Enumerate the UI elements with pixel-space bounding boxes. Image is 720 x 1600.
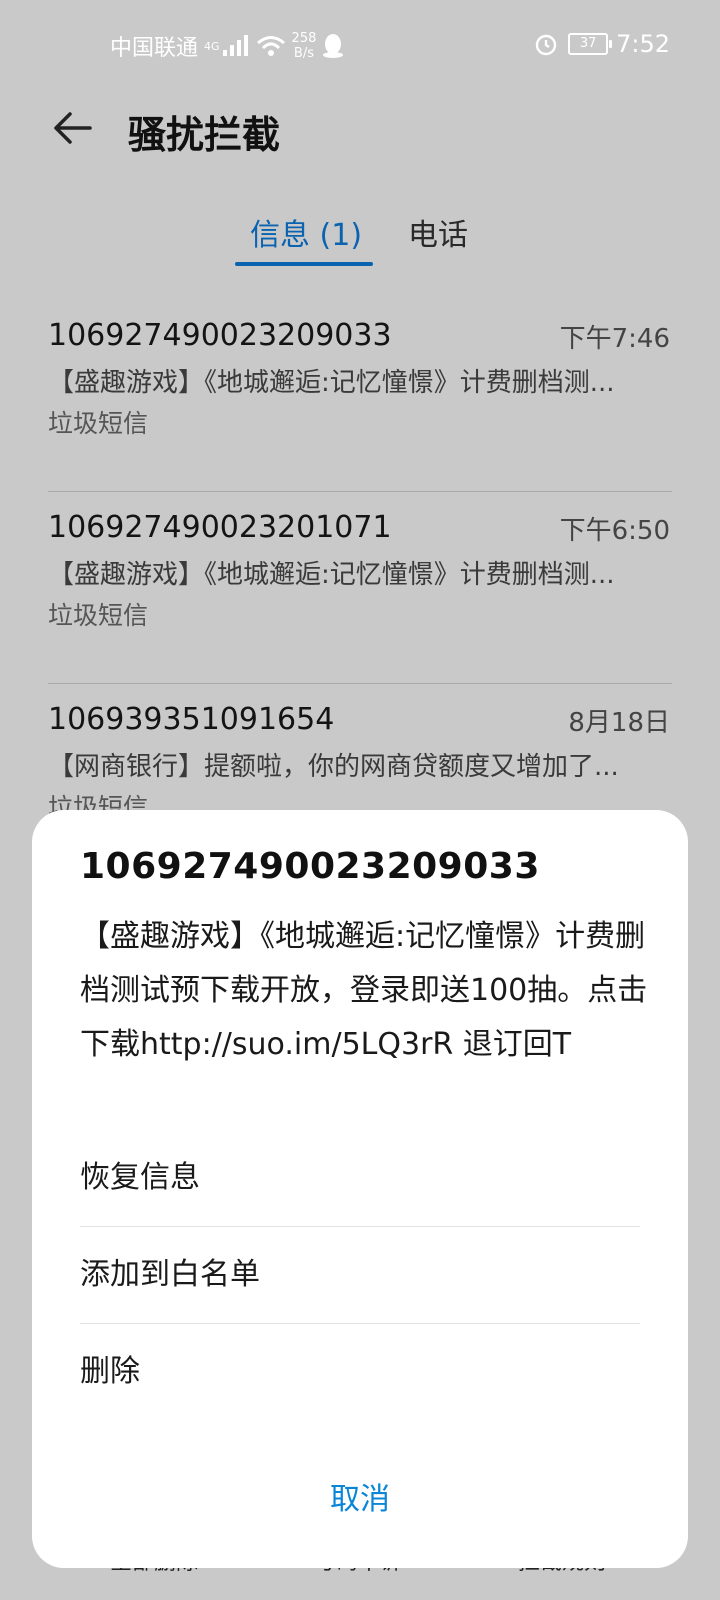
- spam-tag: 垃圾短信: [48, 601, 149, 630]
- status-right: 37 7:52: [534, 30, 670, 58]
- sender-number: 106927490023209033: [48, 318, 392, 353]
- sender-number: 106939351091654: [48, 702, 335, 737]
- message-list: 106927490023209033 下午7:46 【盛趣游戏】《地城邂逅:记忆…: [0, 300, 720, 876]
- tab-messages[interactable]: 信息 (1): [250, 210, 362, 254]
- carrier-name: 中国联通: [110, 36, 199, 61]
- wifi-icon: [256, 36, 285, 56]
- sheet-message-body: 【盛趣游戏】《地城邂逅:记忆憧憬》计费删档测试预下载开放，登录即送100抽。点击…: [80, 919, 648, 1062]
- page-title: 骚扰拦截: [128, 113, 281, 157]
- message-time: 下午7:46: [559, 324, 670, 354]
- net-speed-unit: B/s: [293, 46, 314, 61]
- sheet-title: 106927490023209033: [80, 846, 540, 887]
- app-header: 骚扰拦截: [0, 92, 720, 172]
- list-item[interactable]: 106927490023201071 下午6:50 【盛趣游戏】《地城邂逅:记忆…: [0, 492, 720, 684]
- net-speed: 258 B/s: [292, 31, 317, 61]
- alarm-icon: [535, 34, 557, 56]
- status-left: 中国联通 4G 258 B/s: [110, 30, 344, 62]
- message-preview: 【盛趣游戏】《地城邂逅:记忆憧憬》计费删档测...: [48, 560, 615, 590]
- message-time: 下午6:50: [559, 516, 670, 546]
- list-item[interactable]: 106927490023209033 下午7:46 【盛趣游戏】《地城邂逅:记忆…: [0, 300, 720, 492]
- add-to-whitelist-button[interactable]: 添加到白名单: [80, 1227, 640, 1324]
- tab-indicator: [235, 262, 373, 266]
- net-speed-value: 258: [291, 31, 317, 46]
- sheet-menu: 恢复信息 添加到白名单 删除: [80, 1130, 640, 1420]
- delete-button[interactable]: 删除: [80, 1324, 640, 1420]
- network-type: 4G: [204, 39, 220, 53]
- clock: 7:52: [616, 30, 670, 58]
- status-bar: 中国联通 4G 258 B/s 37 7:52: [0, 0, 720, 92]
- spam-tag: 垃圾短信: [48, 409, 149, 438]
- qq-icon: [323, 34, 344, 58]
- message-action-sheet: 106927490023209033 【盛趣游戏】《地城邂逅:记忆憧憬》计费删档…: [32, 810, 688, 1568]
- signal-icon: [222, 35, 248, 56]
- cancel-button[interactable]: 取消: [32, 1474, 688, 1518]
- sender-number: 106927490023201071: [48, 510, 392, 545]
- tab-calls[interactable]: 电话: [408, 210, 468, 254]
- message-preview: 【盛趣游戏】《地城邂逅:记忆憧憬》计费删档测...: [48, 368, 615, 398]
- arrow-left-icon[interactable]: [50, 106, 94, 150]
- message-time: 8月18日: [568, 708, 670, 738]
- message-preview: 【网商银行】提额啦，你的网商贷额度又增加了...: [48, 752, 619, 782]
- tab-bar: 信息 (1) 电话: [0, 210, 720, 270]
- battery-level: 37: [579, 36, 597, 51]
- battery-icon: 37: [568, 33, 613, 55]
- restore-message-button[interactable]: 恢复信息: [80, 1130, 640, 1227]
